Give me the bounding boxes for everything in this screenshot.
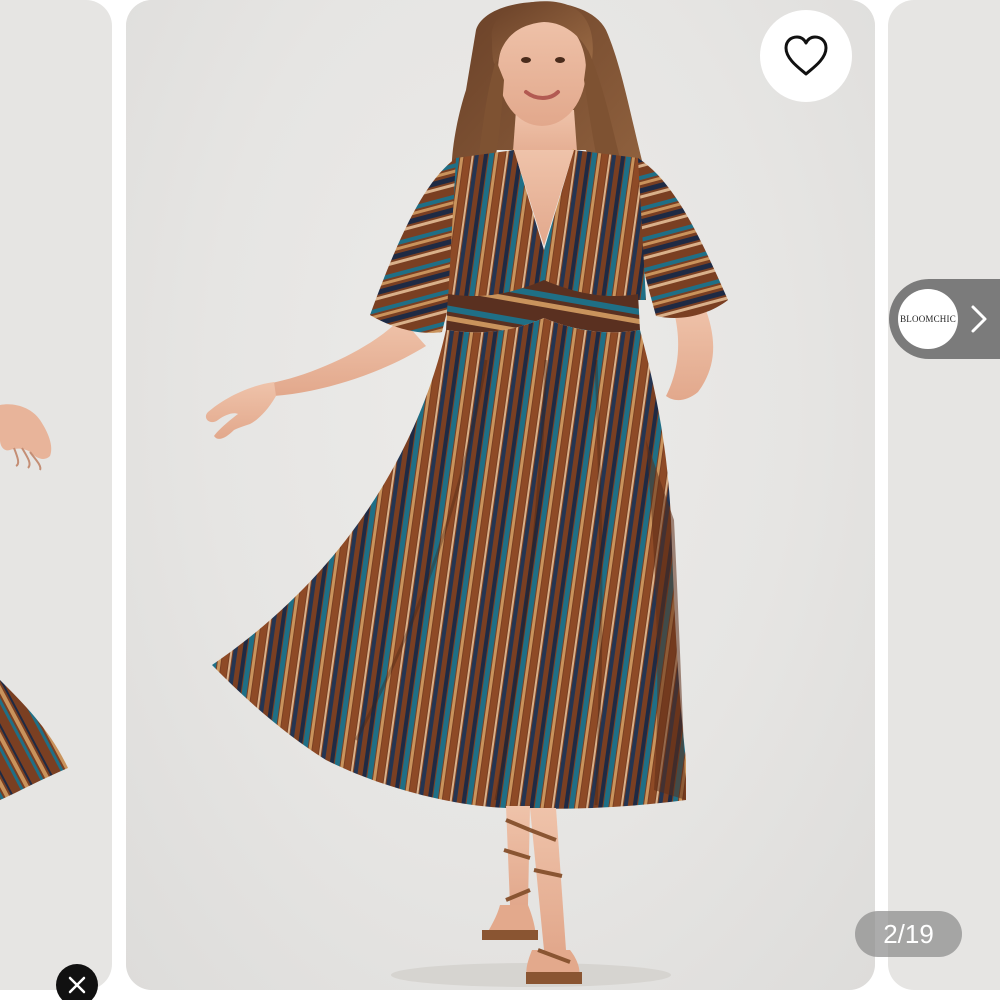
- close-icon: [68, 976, 86, 994]
- brand-logo: BLOOMCHIC: [898, 289, 958, 349]
- main-product-image[interactable]: [126, 0, 875, 990]
- close-button[interactable]: [56, 964, 98, 1000]
- brand-logo-text: BLOOMCHIC: [900, 314, 956, 324]
- chevron-right-icon: [971, 305, 987, 333]
- brand-store-link[interactable]: BLOOMCHIC: [889, 279, 1000, 359]
- model-in-striped-dress-photo: [205, 1, 728, 987]
- image-counter-text: 2/19: [883, 918, 934, 949]
- previous-model-photo: [0, 404, 68, 800]
- heart-icon: [784, 35, 828, 76]
- favorite-button[interactable]: [760, 10, 852, 102]
- image-counter: 2/19: [855, 911, 962, 957]
- next-product-image[interactable]: [888, 0, 1000, 990]
- product-image-gallery: BLOOMCHIC 2/19: [0, 0, 1000, 1000]
- previous-product-image[interactable]: [0, 0, 112, 990]
